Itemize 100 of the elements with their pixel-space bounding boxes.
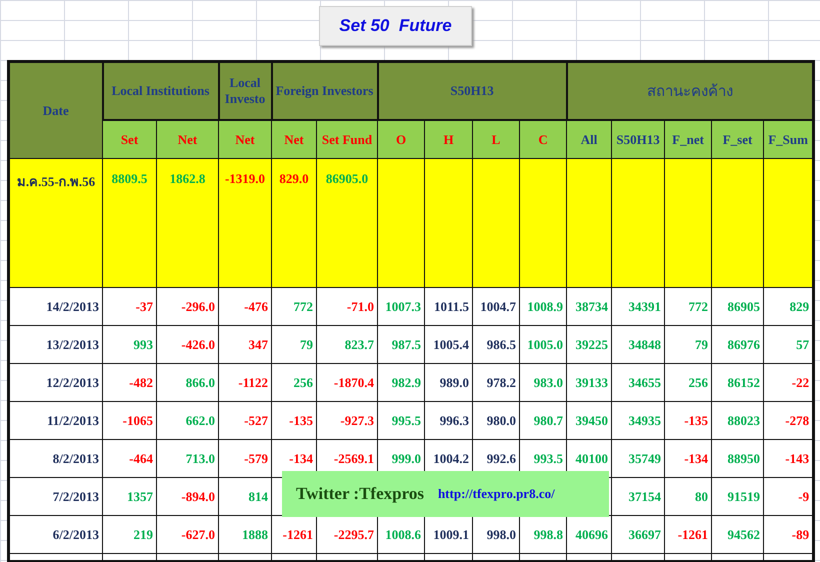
table-cell: 37154: [612, 478, 665, 516]
table-cell: 256: [272, 364, 317, 402]
table-cell: 86152: [712, 364, 764, 402]
table-cell: -1319.0: [218, 158, 272, 288]
column-header: F_Sum: [764, 120, 814, 158]
table-cell: -37: [102, 288, 156, 326]
banner-link[interactable]: http://tfexpro.pr8.co/: [438, 486, 555, 502]
table-cell: 36697: [612, 516, 665, 554]
date-cell: 12/2/2013: [8, 364, 102, 402]
table-cell: 79: [272, 326, 317, 364]
date-cell: 8/2/2013: [8, 440, 102, 478]
table-cell: 1011.5: [424, 288, 473, 326]
table-cell: 219: [102, 516, 156, 554]
table-cell: 1357: [102, 478, 156, 516]
table-cell: 1007.3: [378, 288, 425, 326]
table-cell: -134: [664, 440, 712, 478]
column-group-header: สถานะคงค้าง: [566, 62, 814, 120]
table-cell: -71.0: [316, 288, 378, 326]
table-cell: 34655: [612, 364, 665, 402]
table-cell: 80: [664, 478, 712, 516]
banner-text: Twitter :Tfexpros: [296, 484, 424, 504]
table-cell: 772: [272, 288, 317, 326]
column-header: H: [424, 120, 473, 158]
table-cell: -1065: [102, 402, 156, 440]
table-cell: -135: [272, 402, 317, 440]
column-header: F_net: [664, 120, 712, 158]
column-header: Net: [218, 120, 272, 158]
table-cell: 713.0: [156, 440, 219, 478]
table-cell: -1870.4: [316, 364, 378, 402]
table-cell: 34391: [612, 288, 665, 326]
table-cell: -426.0: [156, 326, 219, 364]
column-header: Set: [102, 120, 156, 158]
table-cell: 978.2: [472, 364, 520, 402]
column-header: Date: [8, 62, 102, 158]
table-cell: 1862.8: [156, 158, 219, 288]
table-cell: 91519: [712, 478, 764, 516]
date-cell: 11/2/2013: [8, 402, 102, 440]
table-cell: 772: [664, 288, 712, 326]
table-cell: 1005.0: [520, 326, 567, 364]
table-cell: 1005.4: [424, 326, 473, 364]
title-button[interactable]: Set 50 Future: [319, 6, 472, 46]
table-cell: 39133: [566, 364, 612, 402]
column-header: C: [520, 120, 567, 158]
column-group-header: S50H13: [378, 62, 567, 120]
table-cell: 88950: [712, 440, 764, 478]
period-cell: ม.ค.55-ก.พ.56: [8, 158, 102, 288]
date-cell: 6/2/2013: [8, 516, 102, 554]
table-cell: 256: [664, 364, 712, 402]
table-cell: 829.0: [272, 158, 317, 288]
column-group-header: Local Investo: [218, 62, 272, 120]
table-cell: 38734: [566, 288, 612, 326]
column-group-header: Foreign Investors: [272, 62, 378, 120]
table-cell: 88023: [712, 402, 764, 440]
table-cell: 996.3: [424, 402, 473, 440]
table-cell: 980.0: [472, 402, 520, 440]
table-cell: 35749: [612, 440, 665, 478]
table-cell: 993: [102, 326, 156, 364]
table-cell: 34935: [612, 402, 665, 440]
table-cell: 1004.7: [472, 288, 520, 326]
column-group-header: Local Institutions: [102, 62, 219, 120]
date-cell: 14/2/2013: [8, 288, 102, 326]
table-cell: 347: [218, 326, 272, 364]
table-cell: 986.5: [472, 326, 520, 364]
table-cell: -579: [218, 440, 272, 478]
table-cell: 8809.5: [102, 158, 156, 288]
table-cell: 995.5: [378, 402, 425, 440]
column-header: L: [472, 120, 520, 158]
column-header: F_set: [712, 120, 764, 158]
date-cell: 7/2/2013: [8, 478, 102, 516]
table-cell: 866.0: [156, 364, 219, 402]
table-cell: 823.7: [316, 326, 378, 364]
column-header: All: [566, 120, 612, 158]
table-cell: -135: [664, 402, 712, 440]
table-cell: 86905: [712, 288, 764, 326]
table-cell: 39225: [566, 326, 612, 364]
table-cell: 662.0: [156, 402, 219, 440]
date-cell: 13/2/2013: [8, 326, 102, 364]
column-header: O: [378, 120, 425, 158]
table-cell: -296.0: [156, 288, 219, 326]
table-cell: -1261: [664, 516, 712, 554]
table-cell: 982.9: [378, 364, 425, 402]
column-header: Net: [272, 120, 317, 158]
table-cell: 39450: [566, 402, 612, 440]
table-cell: -1122: [218, 364, 272, 402]
table-cell: -476: [218, 288, 272, 326]
table-cell: 94562: [712, 516, 764, 554]
table-cell: -482: [102, 364, 156, 402]
table-cell: 989.0: [424, 364, 473, 402]
table-cell: 980.7: [520, 402, 567, 440]
column-header: Set Fund: [316, 120, 378, 158]
table-cell: 987.5: [378, 326, 425, 364]
table-cell: 983.0: [520, 364, 567, 402]
table-cell: -464: [102, 440, 156, 478]
table-cell: 1008.9: [520, 288, 567, 326]
table-cell: 34848: [612, 326, 665, 364]
table-cell: 86976: [712, 326, 764, 364]
table-cell: -927.3: [316, 402, 378, 440]
column-header: Net: [156, 120, 219, 158]
table-cell: 814: [218, 478, 272, 516]
table-cell: -527: [218, 402, 272, 440]
